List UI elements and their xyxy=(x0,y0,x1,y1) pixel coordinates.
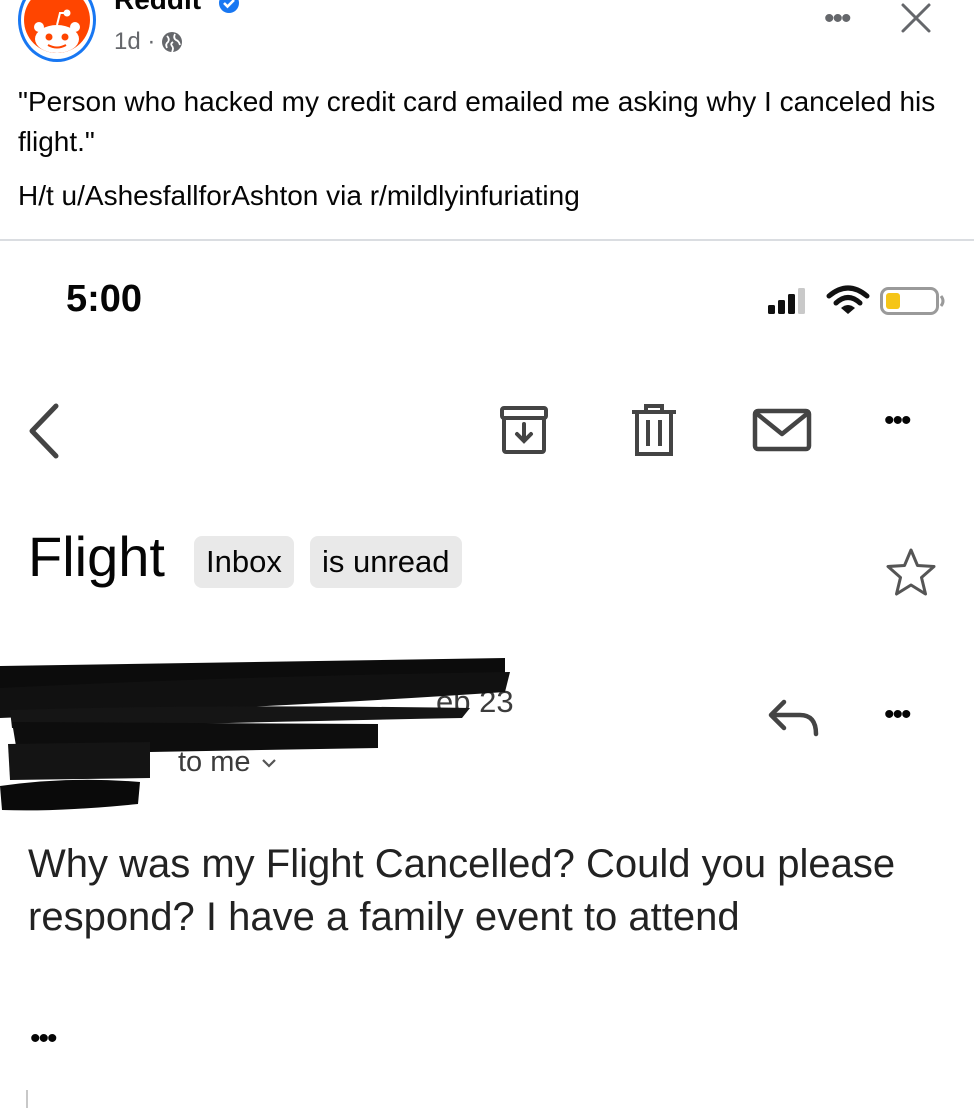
post-time[interactable]: 1d · xyxy=(114,28,155,56)
close-icon[interactable] xyxy=(900,2,932,34)
reply-icon[interactable] xyxy=(766,696,820,738)
globe-icon xyxy=(162,32,183,53)
mark-unread-icon[interactable] xyxy=(752,408,812,452)
post-credit: H/t u/AshesfallforAshton via r/mildlyinf… xyxy=(18,180,580,211)
status-time: 5:00 xyxy=(66,278,143,320)
redaction-scribble xyxy=(0,658,510,811)
post-meta: 1d · xyxy=(114,28,183,56)
reddit-logo xyxy=(24,0,90,53)
signal-icon xyxy=(768,288,805,314)
page-name[interactable]: Reddit xyxy=(114,0,201,16)
archive-icon[interactable] xyxy=(498,404,550,456)
verified-badge-icon xyxy=(219,0,239,13)
recipient-toggle[interactable]: to me xyxy=(178,746,277,779)
text-cursor xyxy=(26,1090,28,1108)
show-trimmed-content[interactable]: ••• xyxy=(30,1022,57,1056)
message-more-icon[interactable]: ••• xyxy=(884,698,911,732)
recipient-label: to me xyxy=(178,746,251,778)
star-icon[interactable] xyxy=(884,546,938,600)
more-options-icon[interactable]: ••• xyxy=(884,404,911,438)
email-subject: Flight xyxy=(28,525,165,588)
label-unread[interactable]: is unread xyxy=(310,536,462,588)
trash-icon[interactable] xyxy=(630,404,678,456)
battery-icon xyxy=(880,287,945,315)
email-body: Why was my Flight Cancelled? Could you p… xyxy=(28,842,896,939)
chevron-down-icon xyxy=(261,758,276,768)
post-caption: "Person who hacked my credit card emaile… xyxy=(18,86,936,157)
divider xyxy=(0,239,974,241)
reddit-avatar[interactable] xyxy=(18,0,96,62)
label-inbox[interactable]: Inbox xyxy=(194,536,294,588)
wifi-icon xyxy=(826,285,870,314)
more-options-button[interactable]: ••• xyxy=(824,2,851,36)
back-icon[interactable] xyxy=(24,402,64,460)
